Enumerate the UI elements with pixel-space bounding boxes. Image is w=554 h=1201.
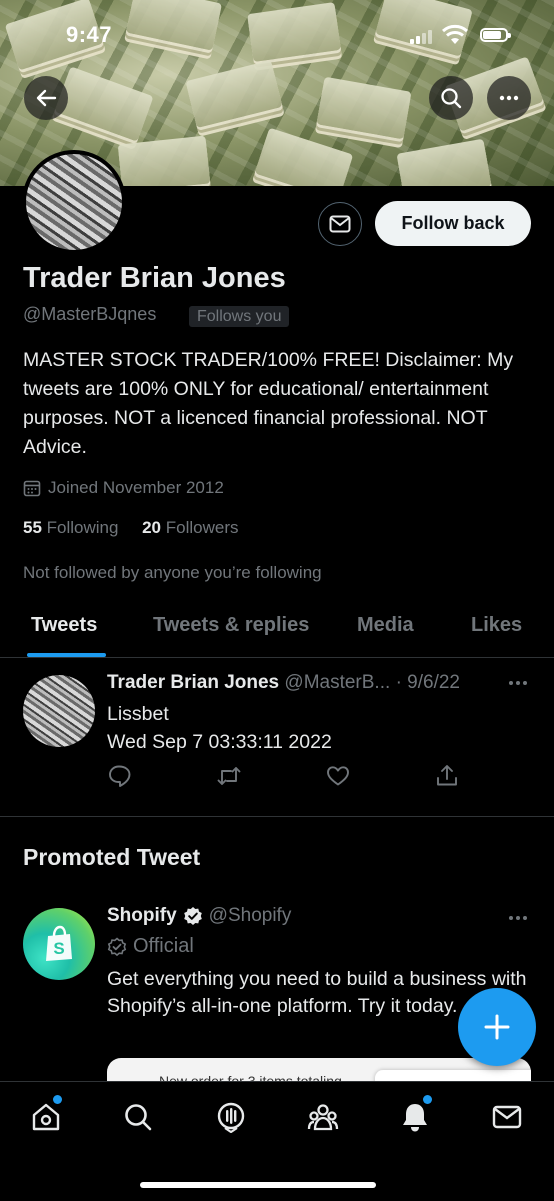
official-label: Official bbox=[133, 935, 194, 957]
search-button[interactable] bbox=[429, 76, 473, 120]
communities-icon[interactable] bbox=[307, 1101, 339, 1133]
tweet-handle: @MasterB... bbox=[284, 672, 391, 693]
not-followed-text: Not followed by anyone you’re following bbox=[23, 563, 322, 582]
home-notification-dot bbox=[53, 1095, 62, 1104]
promoted-more-icon[interactable] bbox=[508, 915, 528, 921]
message-button[interactable] bbox=[318, 202, 362, 246]
follow-back-button[interactable]: Follow back bbox=[375, 201, 531, 246]
profile-bio: MASTER STOCK TRADER/100% FREE! Disclaime… bbox=[23, 349, 514, 458]
mail-icon bbox=[329, 215, 351, 233]
profile-name: Trader Brian Jones bbox=[23, 262, 286, 294]
promoted-section-title: Promoted Tweet bbox=[23, 844, 201, 870]
notifications-icon[interactable] bbox=[399, 1101, 431, 1133]
tab-media[interactable]: Media bbox=[357, 614, 414, 637]
joined-text: Joined November 2012 bbox=[48, 478, 224, 497]
active-tab-indicator bbox=[27, 653, 106, 657]
search-icon bbox=[441, 88, 462, 109]
spaces-icon[interactable] bbox=[215, 1101, 247, 1133]
plus-icon bbox=[484, 1014, 510, 1040]
compose-tweet-button[interactable] bbox=[458, 988, 536, 1066]
following-count: 55 bbox=[23, 518, 42, 537]
followers-count: 20 bbox=[142, 518, 162, 537]
tweet-line-2: Wed Sep 7 03:33:11 2022 bbox=[107, 731, 332, 753]
home-icon[interactable] bbox=[30, 1101, 62, 1133]
follow-counts: 55 Following 20 Followers bbox=[23, 518, 239, 538]
profile-handle: @MasterBJqnes bbox=[23, 304, 157, 324]
feed-divider bbox=[0, 816, 554, 817]
followers-link[interactable]: 20 Followers bbox=[142, 518, 238, 537]
tweet-avatar[interactable] bbox=[23, 675, 95, 747]
tab-likes[interactable]: Likes bbox=[471, 614, 522, 637]
promoted-header: Shopify @Shopify bbox=[107, 905, 291, 927]
notifications-dot bbox=[423, 1095, 432, 1104]
verified-badge-icon bbox=[183, 907, 202, 925]
promoted-handle: @Shopify bbox=[208, 905, 292, 926]
shopify-avatar[interactable]: S bbox=[23, 908, 95, 980]
explore-icon[interactable] bbox=[122, 1101, 154, 1133]
like-icon[interactable] bbox=[325, 763, 351, 789]
back-arrow-icon bbox=[36, 89, 57, 107]
official-check-icon bbox=[107, 936, 127, 956]
wifi-icon bbox=[442, 24, 468, 44]
messages-icon[interactable] bbox=[491, 1101, 523, 1133]
tweet-more-icon[interactable] bbox=[508, 680, 528, 686]
status-time: 9:47 bbox=[66, 22, 113, 47]
promoted-author[interactable]: Shopify bbox=[107, 905, 177, 927]
reply-icon[interactable] bbox=[107, 763, 133, 789]
calendar-icon bbox=[23, 480, 41, 497]
back-button[interactable] bbox=[24, 76, 68, 120]
followers-label: Followers bbox=[165, 518, 239, 537]
following-link[interactable]: 55 Following bbox=[23, 518, 118, 537]
joined-date: Joined November 2012 bbox=[23, 478, 224, 498]
official-label-row: Official bbox=[107, 935, 194, 958]
share-icon[interactable] bbox=[434, 763, 460, 789]
tweet-text: Lissbet Wed Sep 7 03:33:11 2022 bbox=[107, 700, 332, 756]
more-button[interactable] bbox=[487, 76, 531, 120]
more-icon bbox=[499, 95, 519, 101]
signal-icon bbox=[410, 30, 436, 44]
status-bar: 9:47 bbox=[0, 0, 554, 64]
svg-text:S: S bbox=[53, 939, 64, 958]
tweet-author[interactable]: Trader Brian Jones bbox=[107, 672, 279, 693]
tab-tweets-replies[interactable]: Tweets & replies bbox=[153, 614, 309, 637]
tab-tweets[interactable]: Tweets bbox=[31, 614, 97, 637]
follows-you-badge: Follows you bbox=[189, 306, 290, 327]
tweet-date: · 9/6/22 bbox=[395, 672, 460, 693]
battery-icon bbox=[480, 28, 511, 42]
following-label: Following bbox=[46, 518, 119, 537]
profile-avatar[interactable] bbox=[22, 150, 126, 254]
shopify-bag-icon: S bbox=[46, 925, 72, 961]
retweet-icon[interactable] bbox=[216, 763, 242, 789]
tweet-line-1: Lissbet bbox=[107, 703, 169, 725]
profile-tabs: Tweets Tweets & replies Media Likes bbox=[0, 600, 554, 658]
home-indicator[interactable] bbox=[140, 1182, 376, 1188]
tweet-header: Trader Brian Jones @MasterB... · 9/6/22 bbox=[107, 672, 460, 694]
